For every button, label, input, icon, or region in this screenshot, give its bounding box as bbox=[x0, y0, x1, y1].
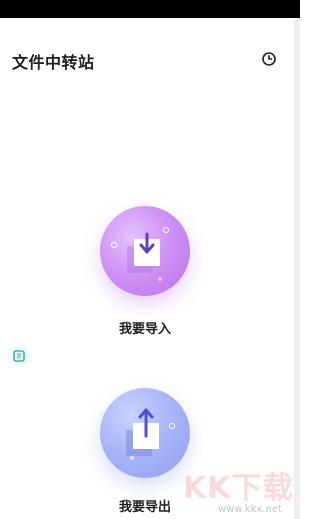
history-button[interactable] bbox=[259, 49, 279, 69]
screen-edge bbox=[294, 18, 300, 519]
status-bar bbox=[0, 0, 300, 18]
watermark-brand: KK下载 bbox=[183, 471, 294, 506]
side-float-button[interactable] bbox=[8, 345, 30, 367]
watermark-url: www.kkx.net bbox=[218, 504, 282, 515]
clock-icon bbox=[262, 52, 276, 66]
watermark: KK下载 www.kkx.net bbox=[183, 463, 303, 518]
import-button[interactable] bbox=[100, 206, 190, 296]
floating-tool-icon bbox=[13, 350, 25, 362]
export-button[interactable] bbox=[100, 388, 190, 478]
download-tray-icon bbox=[110, 226, 170, 281]
export-label: 我要导出 bbox=[118, 500, 171, 515]
page-title: 文件中转站 bbox=[12, 53, 95, 72]
import-label: 我要导入 bbox=[118, 322, 171, 337]
upload-tray-icon bbox=[126, 408, 176, 460]
